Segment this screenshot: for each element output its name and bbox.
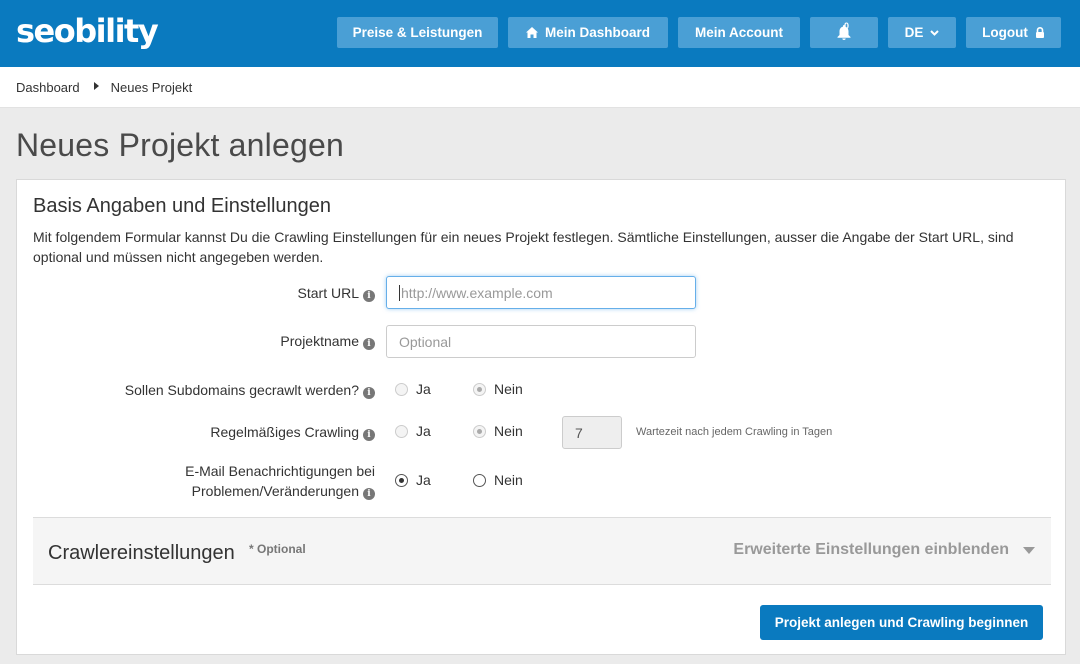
radio-label: Nein xyxy=(494,381,523,397)
crawler-settings-panel: Crawlereinstellungen * Optional Erweiter… xyxy=(33,517,1051,585)
radio-circle xyxy=(395,382,408,396)
project-name-label-text: Projektname xyxy=(280,333,359,349)
dashboard-label: Mein Dashboard xyxy=(544,25,650,40)
start-url-input[interactable]: http://www.example.com xyxy=(386,276,696,309)
language-label: DE xyxy=(904,25,924,40)
info-icon[interactable]: i xyxy=(363,429,375,441)
optional-badge: * Optional xyxy=(249,542,306,556)
account-button[interactable]: Mein Account xyxy=(678,17,800,48)
caret-down-icon xyxy=(1023,541,1035,559)
project-name-placeholder: Optional xyxy=(399,333,452,350)
email-notifications-yes-radio[interactable]: Ja xyxy=(395,472,431,488)
radio-label: Nein xyxy=(494,472,523,488)
page-title: Neues Projekt anlegen xyxy=(16,127,344,163)
info-icon[interactable]: i xyxy=(363,488,375,500)
radio-label: Ja xyxy=(416,381,431,397)
start-url-label-text: Start URL xyxy=(297,285,359,301)
home-icon xyxy=(525,27,538,38)
radio-label: Nein xyxy=(494,423,523,439)
regular-crawling-label: Regelmäßiges Crawling i xyxy=(210,422,375,442)
regular-crawling-no-radio[interactable]: Nein xyxy=(473,423,523,439)
language-dropdown[interactable]: DE xyxy=(888,17,956,48)
section-description: Mit folgendem Formular kannst Du die Cra… xyxy=(33,229,1014,265)
subdomains-no-radio[interactable]: Nein xyxy=(473,381,523,397)
project-form-card: Basis Angaben und Einstellungen Mit folg… xyxy=(16,179,1066,655)
text-caret xyxy=(399,284,400,301)
radio-label: Ja xyxy=(416,472,431,488)
subdomains-label-text: Sollen Subdomains gecrawlt werden? xyxy=(124,382,359,398)
radio-circle xyxy=(395,424,408,438)
account-label: Mein Account xyxy=(694,25,783,40)
regular-crawling-yes-radio[interactable]: Ja xyxy=(395,423,431,439)
section-title: Basis Angaben und Einstellungen xyxy=(33,195,332,217)
chevron-down-icon xyxy=(930,29,940,36)
advanced-settings-toggle[interactable]: Erweiterte Einstellungen einblenden xyxy=(733,541,1035,559)
seobility-logo[interactable]: seobility xyxy=(16,12,159,50)
breadcrumb-dashboard-link[interactable]: Dashboard xyxy=(16,80,80,95)
radio-circle-checked xyxy=(395,473,408,487)
info-icon[interactable]: i xyxy=(363,387,375,399)
radio-circle-checked xyxy=(473,382,486,396)
pricing-label: Preise & Leistungen xyxy=(352,25,483,40)
start-url-label: Start URL i xyxy=(298,283,375,303)
top-navigation-bar: seobility Preise & Leistungen Mein Dashb… xyxy=(0,0,1080,67)
project-name-input[interactable]: Optional xyxy=(386,325,696,358)
subdomains-label: Sollen Subdomains gecrawlt werden? i xyxy=(125,380,375,400)
logout-button[interactable]: Logout xyxy=(966,17,1061,48)
crawl-interval-days-input[interactable]: 7 xyxy=(562,416,622,449)
breadcrumb: Dashboard Neues Projekt xyxy=(0,67,1080,108)
email-notifications-no-radio[interactable]: Nein xyxy=(473,472,523,488)
notifications-button[interactable]: 0 xyxy=(810,17,878,48)
radio-label: Ja xyxy=(416,423,431,439)
pricing-button[interactable]: Preise & Leistungen xyxy=(337,17,498,48)
breadcrumb-current: Neues Projekt xyxy=(110,79,193,95)
email-notifications-label-line2: Problemen/Veränderungen xyxy=(191,483,359,499)
crawl-interval-hint: Wartezeit nach jedem Crawling in Tagen xyxy=(636,426,833,438)
email-notifications-label-line1: E-Mail Benachrichtigungen bei xyxy=(185,463,375,479)
crawler-settings-title: Crawlereinstellungen xyxy=(48,542,235,564)
project-name-label: Projektname i xyxy=(280,331,375,351)
caret-right-icon xyxy=(93,82,99,92)
radio-circle xyxy=(473,473,486,487)
radio-circle-checked xyxy=(473,424,486,438)
start-url-placeholder: http://www.example.com xyxy=(401,284,553,301)
notification-count-badge: 0 xyxy=(844,21,850,31)
email-notifications-label: E-Mail Benachrichtigungen bei Problemen/… xyxy=(185,461,375,501)
create-project-button[interactable]: Projekt anlegen und Crawling beginnen xyxy=(760,605,1043,640)
subdomains-yes-radio[interactable]: Ja xyxy=(395,381,431,397)
lock-icon xyxy=(1035,27,1045,38)
dashboard-button[interactable]: Mein Dashboard xyxy=(508,17,668,48)
info-icon[interactable]: i xyxy=(363,290,375,302)
regular-crawling-label-text: Regelmäßiges Crawling xyxy=(210,424,359,440)
advanced-settings-toggle-label: Erweiterte Einstellungen einblenden xyxy=(733,541,1009,558)
logout-label: Logout xyxy=(982,25,1028,40)
info-icon[interactable]: i xyxy=(363,338,375,350)
